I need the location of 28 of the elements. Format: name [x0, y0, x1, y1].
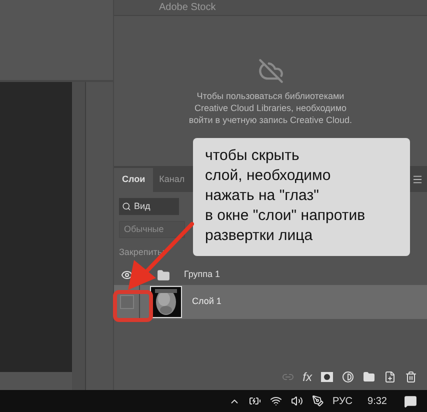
folder-icon — [157, 268, 170, 282]
cloud-off-icon — [258, 58, 284, 84]
search-field[interactable]: Вид — [119, 198, 179, 215]
libraries-message: Чтобы пользоваться библиотеками Creative Cloud Libraries, необходимо войти в учетную запись Creative Cloud. — [188, 90, 352, 126]
panel-title: Adobe Stock — [159, 1, 216, 15]
mask-icon[interactable] — [321, 372, 333, 382]
visibility-toggle[interactable] — [120, 295, 134, 309]
folder-icon[interactable] — [363, 371, 375, 383]
layer-name: Слой 1 — [192, 295, 222, 308]
eye-icon[interactable] — [120, 269, 132, 281]
layer-name: Группа 1 — [184, 268, 220, 282]
clock[interactable]: 9:32 — [368, 394, 387, 408]
pen-icon[interactable] — [312, 395, 324, 407]
panel-tab[interactable]: Слои — [114, 168, 154, 192]
tooltip-text: чтобы скрыть слой, необходимо нажать на "глаз" в окне "слои" напротив развертки лица — [205, 146, 366, 246]
menu-icon[interactable] — [412, 174, 423, 185]
volume-icon[interactable] — [290, 395, 302, 407]
panel-tab[interactable]: Канал — [153, 168, 191, 192]
new-layer-icon[interactable] — [384, 371, 396, 383]
language-indicator[interactable]: РУС — [332, 394, 353, 408]
effects-button[interactable]: fx — [302, 368, 312, 386]
notification-icon[interactable] — [404, 394, 417, 408]
adjustment-icon[interactable] — [342, 371, 354, 383]
battery-icon[interactable] — [248, 395, 260, 407]
search-icon — [122, 202, 131, 211]
layer-row[interactable]: Слой 1 — [114, 285, 427, 319]
highlight-frame — [113, 290, 153, 322]
trash-icon[interactable] — [405, 371, 417, 383]
